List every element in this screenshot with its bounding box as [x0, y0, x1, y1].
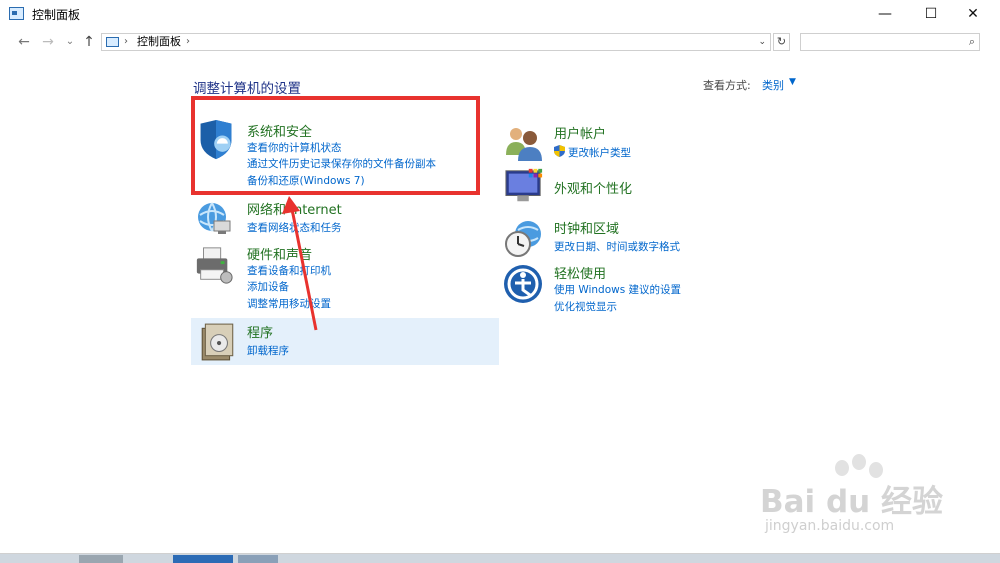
search-input[interactable]: ⌕ — [800, 33, 980, 51]
control-panel-window: 控制面板 — ☐ ✕ ← → ⌄ ↑ › 控制面板 › ⌄ ↻ ⌕ 调整计算机的… — [0, 0, 1000, 554]
category-ease-of-access[interactable]: 轻松使用 — [554, 263, 606, 282]
programs-disk-icon — [201, 323, 234, 361]
maximize-button[interactable]: ☐ — [908, 0, 954, 28]
back-arrow-icon[interactable]: ← — [14, 32, 34, 52]
uac-shield-icon — [554, 145, 565, 157]
taskbar-item[interactable] — [238, 555, 278, 563]
link-optimize-visual-display[interactable]: 优化视觉显示 — [554, 299, 617, 314]
category-user-accounts[interactable]: 用户帐户 — [554, 123, 606, 142]
address-bar[interactable]: › 控制面板 › ⌄ — [101, 33, 771, 51]
printer-icon — [196, 247, 233, 284]
watermark-url: jingyan.baidu.com — [765, 518, 895, 534]
address-dropdown-icon[interactable]: ⌄ — [758, 34, 766, 50]
refresh-icon[interactable]: ↻ — [773, 33, 790, 51]
link-uninstall-program[interactable]: 卸载程序 — [247, 343, 289, 358]
close-button[interactable]: ✕ — [950, 0, 996, 28]
link-change-account-type[interactable]: 更改帐户类型 — [568, 145, 631, 160]
network-globe-icon — [198, 202, 231, 234]
forward-arrow-icon[interactable]: → — [38, 32, 58, 52]
breadcrumb-separator-icon[interactable]: › — [124, 34, 128, 50]
monitor-palette-icon — [505, 168, 543, 202]
red-arrow-annotation — [282, 196, 318, 331]
view-by-caret-icon[interactable]: ▼ — [789, 77, 796, 87]
breadcrumb-control-panel[interactable]: 控制面板 — [137, 34, 181, 50]
recent-locations-icon[interactable]: ⌄ — [60, 32, 80, 52]
category-clock-region[interactable]: 时钟和区域 — [554, 218, 619, 237]
view-by-dropdown[interactable]: 类别 — [762, 77, 784, 93]
window-title: 控制面板 — [32, 8, 81, 22]
watermark-paw-icon — [852, 454, 866, 470]
taskbar-item[interactable] — [173, 555, 233, 563]
clock-globe-icon — [505, 221, 541, 257]
view-by-label: 查看方式: — [703, 79, 751, 92]
breadcrumb-chevron-icon[interactable]: › — [186, 34, 190, 50]
control-panel-app-icon — [9, 7, 24, 20]
minimize-button[interactable]: — — [862, 0, 908, 28]
link-change-date-time-format[interactable]: 更改日期、时间或数字格式 — [554, 239, 680, 254]
taskbar — [0, 554, 1000, 563]
link-windows-suggested-settings[interactable]: 使用 Windows 建议的设置 — [554, 282, 681, 297]
taskbar-item[interactable] — [79, 555, 123, 563]
up-arrow-icon[interactable]: ↑ — [79, 32, 99, 52]
watermark-paw-icon — [835, 460, 849, 476]
page-title: 调整计算机的设置 — [193, 81, 301, 97]
accessibility-icon — [504, 265, 542, 303]
title-bar: 控制面板 — ☐ ✕ — [0, 0, 1000, 28]
category-appearance[interactable]: 外观和个性化 — [554, 178, 632, 197]
search-icon[interactable]: ⌕ — [969, 35, 975, 49]
watermark-brand: Bai du 经验 — [760, 484, 944, 520]
users-icon — [506, 128, 542, 161]
control-panel-small-icon — [106, 37, 119, 47]
red-highlight-box — [191, 96, 480, 195]
